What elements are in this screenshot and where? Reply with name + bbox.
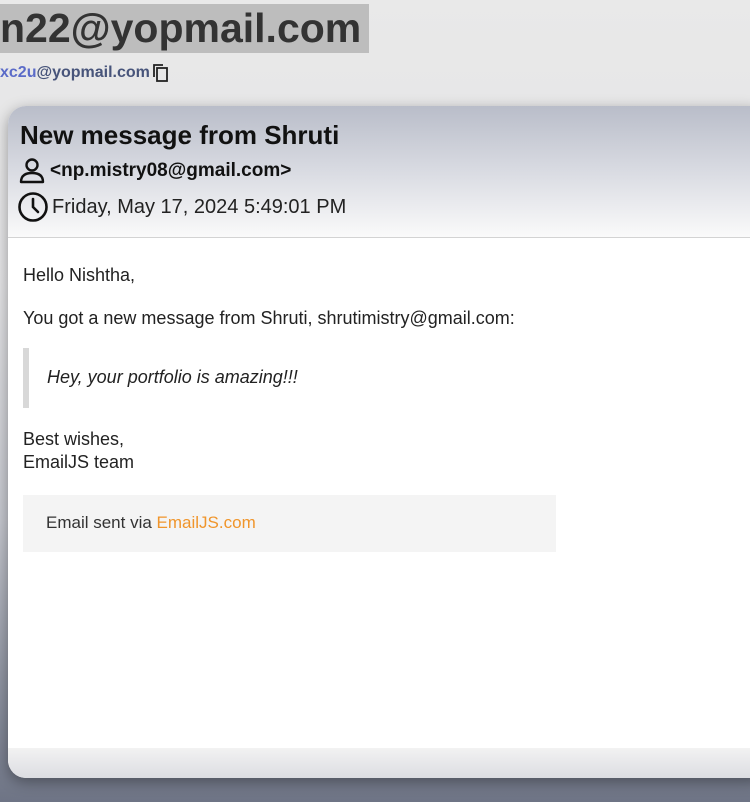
card-bottom-bar [8, 748, 750, 778]
email-card: New message from Shruti <np.mistry08@gma… [8, 106, 750, 778]
alternate-address-domain[interactable]: @yopmail.com [36, 62, 149, 84]
quote-text: Hey, your portfolio is amazing!!! [47, 367, 298, 387]
emailjs-link[interactable]: EmailJS.com [157, 513, 256, 532]
greeting-text: Hello Nishtha, [23, 265, 136, 285]
inbox-bar: n22@yopmail.com xc2u @yopmail.com [0, 0, 750, 100]
date-row: Friday, May 17, 2024 5:49:01 PM [17, 191, 346, 223]
email-header: New message from Shruti <np.mistry08@gma… [8, 106, 750, 238]
email-date: Friday, May 17, 2024 5:49:01 PM [52, 195, 347, 218]
email-body: Hello Nishtha, You got a new message fro… [8, 238, 750, 748]
footer-box: Email sent via EmailJS.com [23, 495, 556, 552]
sender-email: <np.mistry08@gmail.com> [50, 160, 292, 181]
footer-prefix: Email sent via [46, 513, 157, 532]
signoff: Best wishes, EmailJS team [23, 428, 134, 474]
inbox-address[interactable]: n22@yopmail.com [0, 4, 370, 53]
signoff-line-1: Best wishes, [23, 429, 125, 449]
message-quote: Hey, your portfolio is amazing!!! [23, 348, 549, 408]
alternate-address-prefix[interactable]: xc2u [0, 62, 36, 84]
person-icon [18, 157, 46, 185]
email-subject: New message from Shruti [20, 120, 340, 150]
sender-row: <np.mistry08@gmail.com> [18, 158, 291, 184]
intro-text: You got a new message from Shruti, shrut… [23, 308, 515, 328]
signoff-line-2: EmailJS team [23, 452, 135, 472]
alternate-address: xc2u @yopmail.com [0, 62, 170, 84]
clock-icon [17, 191, 49, 223]
footer-text: Email sent via EmailJS.com [46, 513, 256, 533]
copy-icon[interactable] [152, 63, 170, 83]
